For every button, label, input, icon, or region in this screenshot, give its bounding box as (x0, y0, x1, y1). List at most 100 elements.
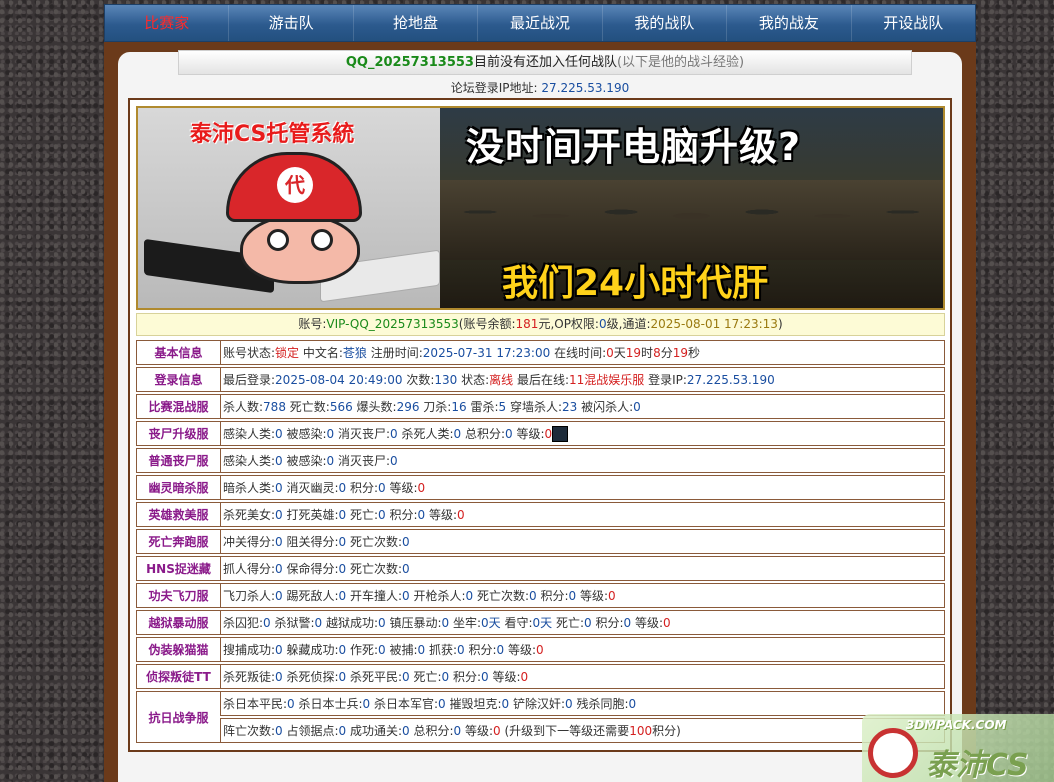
stat-value: 788 (263, 400, 286, 414)
stats-row-label: 比赛混战服 (136, 394, 220, 419)
qq-account-link[interactable]: QQ_20257313553 (346, 55, 474, 70)
nav-item-5[interactable]: 我的战友 (727, 5, 852, 41)
stat-value: 0 (402, 670, 410, 684)
balance-unit: 元,OP权限: (538, 317, 599, 331)
stat-label: 等级: (631, 616, 664, 630)
nav-item-1[interactable]: 游击队 (229, 5, 354, 41)
stat-label: 保命得分: (282, 562, 339, 576)
stat-value: 0 (438, 697, 446, 711)
stat-label: 坐牢: (449, 616, 482, 630)
stat-value: 0 (402, 562, 410, 576)
stats-row-label: 伪装躲猫猫 (136, 637, 220, 662)
stat-label: 抓获: (425, 643, 458, 657)
stat-label: 越狱成功: (322, 616, 379, 630)
stat-label: 杀狱警: (270, 616, 315, 630)
stat-label: 次数: (402, 373, 435, 387)
stat-label: 杀人数: (223, 400, 264, 414)
stat-label: 被闪杀人: (577, 400, 634, 414)
stat-value: 0 (378, 616, 386, 630)
nav-item-4[interactable]: 我的战队 (603, 5, 728, 41)
stat-label: 开车撞人: (346, 589, 403, 603)
stat-value: 0天 (532, 616, 553, 630)
stats-row-war-2: 阵亡次数:0 占领据点:0 成功通关:0 总积分:0 等级:0 (升级到下一等级… (136, 718, 945, 743)
stat-label: 被感染: (282, 454, 327, 468)
stat-value: 23 (561, 400, 578, 414)
stat-value: 0 (275, 562, 283, 576)
stat-label: 最后登录: (223, 373, 276, 387)
stats-row: 侦探叛徒TT 杀死叛徒:0 杀死侦探:0 杀死平民:0 死亡:0 积分:0 等级:… (136, 664, 945, 689)
stat-label: (升级到下一等级还需要 (500, 724, 630, 738)
stat-label: 感染人类: (223, 454, 276, 468)
stat-value: 0 (378, 643, 386, 657)
stat-value: 0 (402, 535, 410, 549)
stat-value: 100 (629, 724, 653, 738)
stat-label: 杀死叛徒: (223, 670, 276, 684)
watermark-url: 3DMPACK.COM (906, 718, 1007, 732)
stats-row: 越狱暴动服 杀囚犯:0 杀狱警:0 越狱成功:0 镇压暴动:0 坐牢:0天 看守:… (136, 610, 945, 635)
nav-item-3[interactable]: 最近战况 (478, 5, 603, 41)
stats-row-label: 抗日战争服 (136, 691, 220, 743)
stats-row-values: 感染人类:0 被感染:0 消灭丧尸:0 (220, 448, 945, 473)
stats-row-values: 冲关得分:0 阻关得分:0 死亡次数:0 (220, 529, 945, 554)
stat-value: 0 (287, 697, 295, 711)
stat-label: 分 (660, 346, 673, 360)
stat-label: 感染人类: (223, 426, 276, 441)
stat-value: 296 (396, 400, 420, 414)
rank-avatar-icon (552, 426, 569, 443)
stats-row-label: 基本信息 (136, 340, 220, 365)
stat-label: 最后在线: (513, 373, 569, 387)
stat-label: 等级: (461, 724, 494, 738)
stat-value: 5 (498, 400, 507, 414)
stat-label: 积分: (385, 508, 418, 522)
stat-value: 0 (275, 508, 283, 522)
op-unit: 级,通道: (606, 317, 651, 331)
stat-label: 消灭幽灵: (282, 481, 339, 495)
stat-label: 积分: (536, 589, 569, 603)
banner-footline: 我们24小时代肝 (502, 263, 769, 304)
forum-ip-label: 论坛登录IP地址: (450, 81, 538, 95)
stat-label: 杀日本士兵: (294, 697, 363, 711)
stats-row-war: 抗日战争服 杀日本平民:0 杀日本士兵:0 杀日本军官:0 摧毁坦克:0 铲除汉奸… (136, 691, 945, 743)
mascot-left-eye (267, 229, 289, 251)
stats-row-label: 侦探叛徒TT (136, 664, 220, 689)
stat-label: 死亡次数: (346, 535, 403, 549)
nav-item-2[interactable]: 抢地盘 (354, 5, 479, 41)
stat-value: 锁定 (275, 346, 300, 360)
account-id: VIP-QQ_20257313553 (326, 317, 459, 331)
nav-item-6[interactable]: 开设战队 (852, 5, 975, 41)
stat-value: 0 (275, 670, 283, 684)
stats-row-values: 账号状态:锁定 中文名:苍狼 注册时间:2025-07-31 17:23:00 … (220, 340, 945, 365)
stat-value: 19 (625, 346, 642, 360)
stats-row-values: 杀死美女:0 打死英雄:0 死亡:0 积分:0 等级:0 (220, 502, 945, 527)
stat-value: 0 (275, 426, 283, 441)
stat-value: 苍狼 (342, 346, 367, 360)
nav-item-0[interactable]: 比赛家 (105, 5, 230, 41)
stat-label: 杀囚犯: (223, 616, 264, 630)
top-navigation: 比赛家 游击队 抢地盘 最近战况 我的战队 我的战友 开设战队 (104, 4, 976, 42)
stat-label: 等级: (504, 643, 537, 657)
mascot-hat-image: 代 (226, 152, 362, 222)
stat-value: 11混战娱乐服 (569, 373, 645, 387)
watermark-brand: 泰沛CS (926, 748, 1029, 782)
stat-label: 杀日本军官: (370, 697, 439, 711)
stat-label: 杀死侦探: (282, 670, 339, 684)
watermark-logo-icon (868, 728, 918, 778)
stat-label: 积分: (346, 481, 379, 495)
stat-label: 杀日本平民: (223, 697, 288, 711)
stats-row: 英雄救美服 杀死美女:0 打死英雄:0 死亡:0 积分:0 等级:0 (136, 502, 945, 527)
stat-label: 秒 (688, 346, 701, 360)
soldiers-image (440, 180, 943, 260)
stats-row-values: 阵亡次数:0 占领据点:0 成功通关:0 总积分:0 等级:0 (升级到下一等级… (220, 718, 945, 743)
stat-value: 0 (606, 346, 614, 360)
stats-row-values: 抓人得分:0 保命得分:0 死亡次数:0 (220, 556, 945, 581)
forum-ip-value: 27.225.53.190 (541, 81, 630, 95)
stat-value: 0 (402, 589, 410, 603)
stats-row-values: 杀人数:788 死亡数:566 爆头数:296 刀杀:16 雷杀:5 穿墙杀人:… (220, 394, 945, 419)
stat-label: 杀死平民: (346, 670, 403, 684)
stat-label: 总积分: (409, 724, 454, 738)
stat-value: 27.225.53.190 (686, 373, 775, 387)
stat-label: 消灭丧尸: (334, 454, 391, 468)
stats-row-values: 暗杀人类:0 消灭幽灵:0 积分:0 等级:0 (220, 475, 945, 500)
banner-mascot-area: 泰沛CS托管系統 代 (138, 108, 440, 308)
ad-banner[interactable]: 泰沛CS托管系統 代 没时间开电脑升级? 我们24小时代肝 (136, 106, 945, 310)
